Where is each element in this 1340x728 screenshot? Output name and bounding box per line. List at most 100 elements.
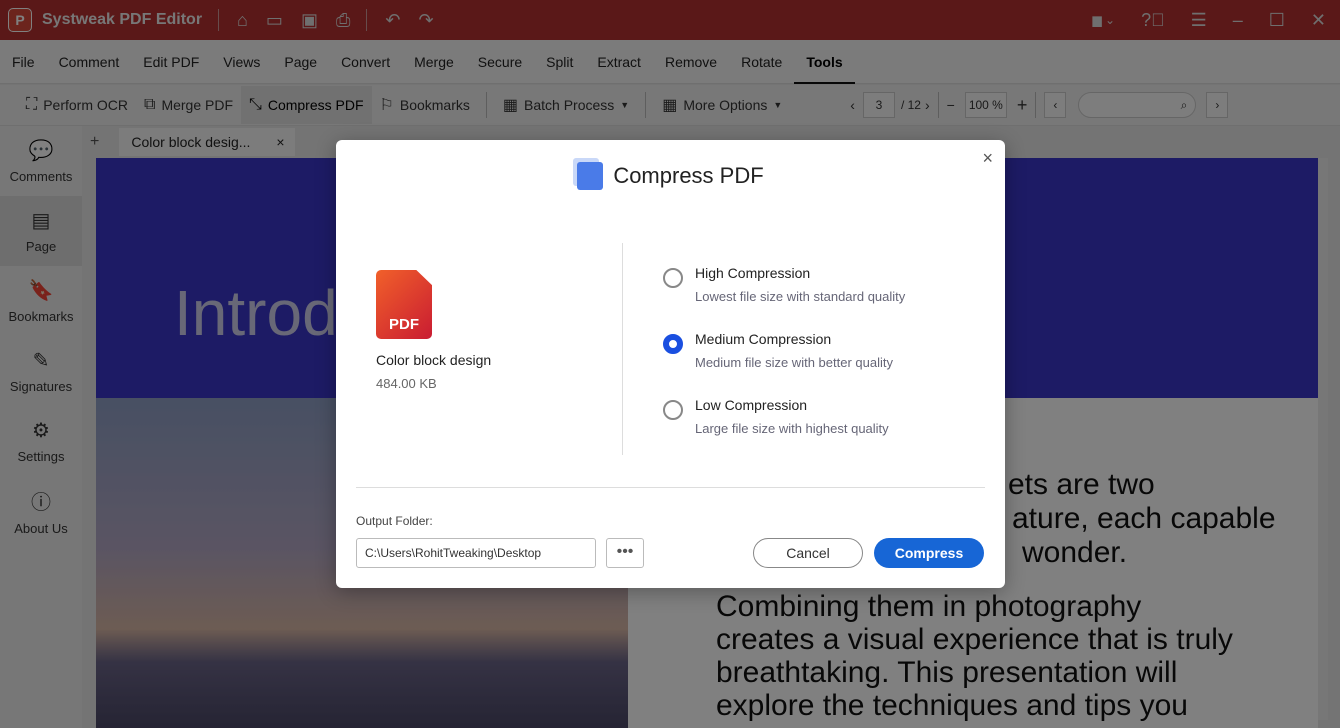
folder-icon[interactable]: ▭: [266, 10, 283, 31]
ocr-icon: ⛶: [26, 96, 37, 114]
label: Compress PDF: [268, 97, 364, 113]
sidebar-item-comments[interactable]: 💬 Comments: [0, 126, 82, 196]
info-icon: ⓘ: [31, 486, 51, 515]
body-line: breathtaking. This presentation will: [716, 656, 1177, 689]
sidebar-item-bookmarks[interactable]: 🔖Bookmarks: [0, 266, 82, 336]
print-icon[interactable]: ⎙: [336, 10, 350, 31]
label: Bookmarks: [8, 309, 73, 324]
option-medium-compression[interactable]: Medium Compression Medium file size with …: [663, 331, 893, 370]
compress-pdf-button[interactable]: ⤡Compress PDF: [241, 86, 372, 124]
option-desc: Lowest file size with standard quality: [695, 289, 905, 304]
language-flag-icon[interactable]: ▆ ⌄: [1092, 13, 1115, 27]
radio-high[interactable]: [663, 268, 683, 288]
body-line: Combining them in photography: [716, 590, 1141, 623]
merge-icon: ⧉: [144, 96, 155, 114]
divider: [622, 243, 623, 455]
compress-button[interactable]: Compress: [874, 538, 984, 568]
option-low-compression[interactable]: Low CompressionLarge file size with high…: [663, 397, 889, 436]
search-icon: ⌕: [1181, 98, 1188, 113]
vertical-scrollbar[interactable]: [1318, 158, 1328, 720]
more-options-dropdown[interactable]: ▦More Options▼: [654, 86, 790, 124]
body-line: ature, each capable: [1012, 502, 1276, 535]
browse-folder-button[interactable]: •••: [606, 538, 644, 568]
search-input[interactable]: ⌕: [1078, 92, 1196, 118]
cancel-button[interactable]: Cancel: [753, 538, 863, 568]
menu-icon[interactable]: ☰: [1191, 10, 1207, 31]
body-line: wonder.: [1022, 536, 1127, 569]
new-tab-button[interactable]: +: [90, 133, 99, 151]
option-desc: Medium file size with better quality: [695, 355, 893, 370]
menu-remove[interactable]: Remove: [653, 40, 729, 84]
zoom-out-icon[interactable]: −: [947, 97, 955, 113]
menu-split[interactable]: Split: [534, 40, 585, 84]
menu-page[interactable]: Page: [272, 40, 329, 84]
tools-toolbar: ⛶ Perform OCR ⧉Merge PDF ⤡Compress PDF ⚐ B…: [0, 85, 1340, 126]
bookmarks-button[interactable]: ⚐ Bookmarks: [372, 86, 478, 124]
app-title: Systweak PDF Editor: [42, 11, 202, 29]
bookmark-icon: ⚐: [380, 95, 394, 115]
sidebar-item-about[interactable]: ⓘAbout Us: [0, 476, 82, 546]
sidebar-item-page[interactable]: ▤Page: [0, 196, 82, 266]
divider: [645, 92, 646, 118]
label: Perform OCR: [43, 97, 128, 113]
undo-icon[interactable]: ↶: [385, 10, 400, 31]
sidebar-item-signatures[interactable]: ✎Signatures: [0, 336, 82, 406]
divider: [356, 487, 985, 488]
label: Signatures: [10, 379, 72, 394]
page-icon: ▤: [32, 208, 51, 233]
help-icon[interactable]: ?⃝: [1141, 10, 1165, 31]
merge-pdf-button[interactable]: ⧉Merge PDF: [136, 86, 241, 124]
minimize-icon[interactable]: –: [1233, 10, 1243, 31]
page-number-input[interactable]: 3: [863, 92, 895, 118]
zoom-in-icon[interactable]: +: [1017, 95, 1028, 116]
search-prev-button[interactable]: ‹: [1044, 92, 1066, 118]
menu-extract[interactable]: Extract: [585, 40, 653, 84]
dialog-header: Compress PDF: [336, 162, 1005, 190]
menu-rotate[interactable]: Rotate: [729, 40, 794, 84]
menu-comment[interactable]: Comment: [47, 40, 132, 84]
batch-icon: ▦: [503, 95, 518, 115]
close-icon[interactable]: ✕: [1311, 10, 1326, 31]
perform-ocr-button[interactable]: ⛶ Perform OCR: [18, 86, 136, 124]
batch-process-dropdown[interactable]: ▦Batch Process▼: [495, 86, 637, 124]
maximize-icon[interactable]: ☐: [1269, 10, 1285, 31]
menu-merge[interactable]: Merge: [402, 40, 466, 84]
page-total: / 12: [901, 98, 921, 112]
sidebar-item-settings[interactable]: ⚙Settings: [0, 406, 82, 476]
menu-views[interactable]: Views: [211, 40, 272, 84]
radio-low[interactable]: [663, 400, 683, 420]
output-folder-input[interactable]: C:\Users\RohitTweaking\Desktop: [356, 538, 596, 568]
document-tab[interactable]: Color block desig... ×: [119, 128, 294, 156]
left-sidebar: 💬 Comments ▤Page 🔖Bookmarks ✎Signatures ⚙…: [0, 126, 82, 728]
tab-close-icon[interactable]: ×: [276, 134, 284, 150]
option-title: High Compression: [695, 265, 905, 281]
save-icon[interactable]: ▣: [301, 10, 318, 31]
app-logo: P: [8, 8, 32, 32]
radio-medium[interactable]: [663, 334, 683, 354]
label: More Options: [683, 97, 767, 113]
option-title: Medium Compression: [695, 331, 893, 347]
prev-page-icon[interactable]: ‹: [850, 97, 855, 113]
tab-title: Color block desig...: [131, 134, 250, 150]
label: Bookmarks: [400, 97, 470, 113]
zoom-input[interactable]: 100 %: [965, 92, 1007, 118]
menu-secure[interactable]: Secure: [466, 40, 534, 84]
redo-icon[interactable]: ↷: [418, 10, 433, 31]
title-bar: P Systweak PDF Editor ⌂ ▭ ▣ ⎙ ↶ ↷ ▆ ⌄ ?⃝…: [0, 0, 1340, 40]
menu-bar: File Comment Edit PDF Views Page Convert…: [0, 40, 1340, 84]
option-high-compression[interactable]: High Compression Lowest file size with st…: [663, 265, 905, 304]
comments-icon: 💬: [29, 138, 54, 163]
menu-file[interactable]: File: [0, 40, 47, 84]
menu-convert[interactable]: Convert: [329, 40, 402, 84]
divider: [218, 9, 219, 31]
menu-edit-pdf[interactable]: Edit PDF: [131, 40, 211, 84]
search-next-button[interactable]: ›: [1206, 92, 1228, 118]
more-options-icon: ▦: [662, 95, 677, 115]
next-page-icon[interactable]: ›: [925, 97, 930, 113]
label: Comments: [10, 169, 73, 184]
output-folder-label: Output Folder:: [356, 514, 433, 528]
menu-tools[interactable]: Tools: [794, 40, 854, 84]
dialog-title: Compress PDF: [613, 163, 763, 189]
home-icon[interactable]: ⌂: [237, 10, 248, 31]
dialog-close-icon[interactable]: ×: [982, 148, 993, 169]
